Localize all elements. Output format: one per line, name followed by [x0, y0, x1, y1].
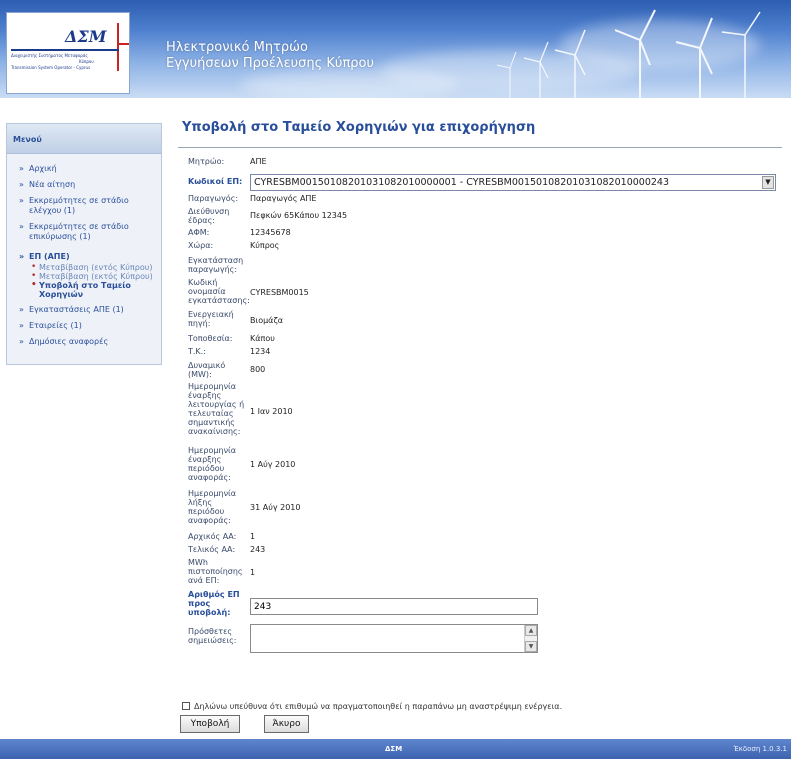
submenu-go: • Μεταβίβαση (εντός Κύπρου) • Μεταβίβαση (…: [29, 263, 161, 300]
field-label: Παραγωγός:: [188, 194, 239, 203]
footer: ΔΣΜ Έκδοση 1.0.3.1: [0, 739, 791, 759]
field-label: Διεύθυνση έδρας:: [188, 207, 230, 225]
field-value: 1 Αύγ 2010: [250, 460, 296, 469]
field-value: 1 Ιαν 2010: [250, 407, 293, 416]
site-title: Ηλεκτρονικό Μητρώο Εγγυήσεων Προέλευσης …: [166, 40, 374, 72]
sidebar-item-home[interactable]: » Αρχική: [7, 164, 161, 174]
field-value: Πεφκών 65Κάπου 12345: [250, 211, 348, 220]
sidebar-item-installations[interactable]: » Εγκαταστάσεις ΑΠΕ (1): [7, 305, 161, 315]
menu-list: » Αρχική » Νέα αίτηση » Εκκρεμότητες σε στά…: [7, 154, 161, 347]
divider: [178, 147, 782, 148]
sidebar-item-go-res[interactable]: » ΕΠ (ΑΠΕ) • Μεταβίβαση (εντός Κύπρου) • Με…: [7, 252, 161, 299]
submenu-item-transfer-domestic[interactable]: • Μεταβίβαση (εντός Κύπρου): [29, 263, 161, 273]
header-banner: ΔΣΜ Διαχειριστής Συστήματος Μεταφοράς Κύ…: [0, 0, 791, 98]
field-label: Κωδικοί ΕΠ:: [188, 177, 243, 186]
field-label: Τοποθεσία:: [188, 334, 233, 343]
sidebar-item-new-application[interactable]: » Νέα αίτηση: [7, 180, 161, 190]
logo-mark: ΔΣΜ: [65, 27, 107, 46]
notes-textarea[interactable]: ▲ ▼: [250, 624, 538, 653]
field-label: Ημερομηνία έναρξης λειτουργίας ή τελευτα…: [188, 382, 245, 436]
site-title-line2: Εγγυήσεων Προέλευσης Κύπρου: [166, 56, 374, 71]
company-logo[interactable]: ΔΣΜ Διαχειριστής Συστήματος Μεταφοράς Κύ…: [6, 12, 130, 94]
chevron-right-icon: »: [19, 222, 24, 231]
sidebar-item-companies[interactable]: » Εταιρείες (1): [7, 321, 161, 331]
field-label: Μητρώο:: [188, 157, 225, 166]
field-value: Παραγωγός ΑΠΕ: [250, 194, 317, 203]
sidebar-item-pending-review[interactable]: » Εκκρεμότητες σε στάδιο ελέγχου (1): [7, 196, 161, 216]
sidebar-heading: Μενού: [7, 124, 161, 154]
field-label: Αρχικός ΑΑ:: [188, 532, 237, 541]
field-value: Κύπρος: [250, 241, 280, 250]
cancel-button[interactable]: Άκυρο: [264, 715, 309, 733]
site-title-line1: Ηλεκτρονικό Μητρώο: [166, 40, 308, 55]
field-label: Εγκατάσταση παραγωγής:: [188, 256, 244, 274]
confirm-row: Δηλώνω υπεύθυνα ότι επιθυμώ να πραγματοπ…: [182, 702, 562, 711]
field-value: ΑΠΕ: [250, 157, 267, 166]
field-value: 1: [250, 568, 256, 577]
logo-text-line1: Διαχειριστής Συστήματος Μεταφοράς: [11, 53, 88, 58]
field-value: CYRESBM0015: [250, 288, 309, 297]
submenu-item-submit-fund[interactable]: • Υποβολή στο Ταμείο Χορηγιών: [29, 280, 161, 300]
field-label: MWh πιστοποίησης ανά ΕΠ:: [188, 558, 243, 585]
field-label: Χώρα:: [188, 241, 214, 250]
chevron-right-icon: »: [19, 305, 24, 314]
field-label: Τελικός ΑΑ:: [188, 545, 236, 554]
field-label: Ημερομηνία λήξης περιόδου αναφοράς:: [188, 489, 237, 525]
field-label: Αριθμός ΕΠ προς υποβολή:: [188, 590, 240, 617]
chevron-right-icon: »: [19, 180, 24, 189]
field-label: Ημερομηνία έναρξης περιόδου αναφοράς:: [188, 446, 237, 482]
logo-text-line2: Κύπρου: [79, 59, 94, 64]
scroll-up-icon[interactable]: ▲: [525, 625, 537, 636]
chevron-right-icon: »: [19, 252, 25, 261]
sidebar-menu: Μενού » Αρχική » Νέα αίτηση » Εκκρεμότητες …: [6, 123, 162, 365]
field-label: Τ.Κ.:: [188, 347, 206, 356]
chevron-down-icon[interactable]: ▼: [762, 176, 774, 189]
logo-text-line3: Transmission System Operator - Cyprus: [11, 65, 91, 70]
field-value: 31 Αύγ 2010: [250, 503, 301, 512]
scroll-down-icon[interactable]: ▼: [525, 641, 537, 652]
field-label: Κωδική ονομασία εγκατάστασης:: [188, 278, 250, 305]
chevron-right-icon: »: [19, 196, 24, 205]
submit-button[interactable]: Υποβολή: [180, 715, 240, 733]
notes-scrollbar[interactable]: ▲ ▼: [524, 625, 537, 652]
field-value: 1234: [250, 347, 271, 356]
field-value: Κάπου: [250, 334, 275, 343]
sidebar-item-public-reports[interactable]: » Δημόσιες αναφορές: [7, 337, 161, 347]
count-input[interactable]: [250, 598, 538, 615]
field-value: Βιομάζα: [250, 316, 284, 325]
footer-brand: ΔΣΜ: [385, 745, 403, 753]
version-label: Έκδοση 1.0.3.1: [733, 745, 787, 753]
field-label: ΑΦΜ:: [188, 228, 210, 237]
bullet-icon: •: [31, 280, 37, 290]
codes-select-value: CYRESBM0015010820103108201000000​1 - CYR…: [254, 177, 669, 188]
sidebar-item-pending-validation[interactable]: » Εκκρεμότητες σε στάδιο επικύρωσης (1): [7, 222, 161, 242]
field-value: 1: [250, 532, 256, 541]
page-title: Υποβολή στο Ταμείο Χορηγιών για επιχορήγ…: [182, 120, 536, 135]
chevron-right-icon: »: [19, 321, 24, 330]
field-value: 800: [250, 365, 266, 374]
field-label: Πρόσθετες σημειώσεις:: [188, 627, 237, 645]
confirm-checkbox[interactable]: [182, 702, 190, 710]
field-value: 243: [250, 545, 266, 554]
chevron-right-icon: »: [19, 337, 24, 346]
field-label: Ενεργειακή πηγή:: [188, 310, 234, 328]
submenu-item-transfer-abroad[interactable]: • Μεταβίβαση (εκτός Κύπρου): [29, 272, 161, 282]
field-label: Δυναμικό (MW):: [188, 361, 226, 379]
codes-select[interactable]: CYRESBM0015010820103108201000000​1 - CYR…: [250, 174, 776, 191]
confirm-label: Δηλώνω υπεύθυνα ότι επιθυμώ να πραγματοπ…: [194, 702, 563, 711]
chevron-right-icon: »: [19, 164, 24, 173]
field-value: 12345678: [250, 228, 291, 237]
